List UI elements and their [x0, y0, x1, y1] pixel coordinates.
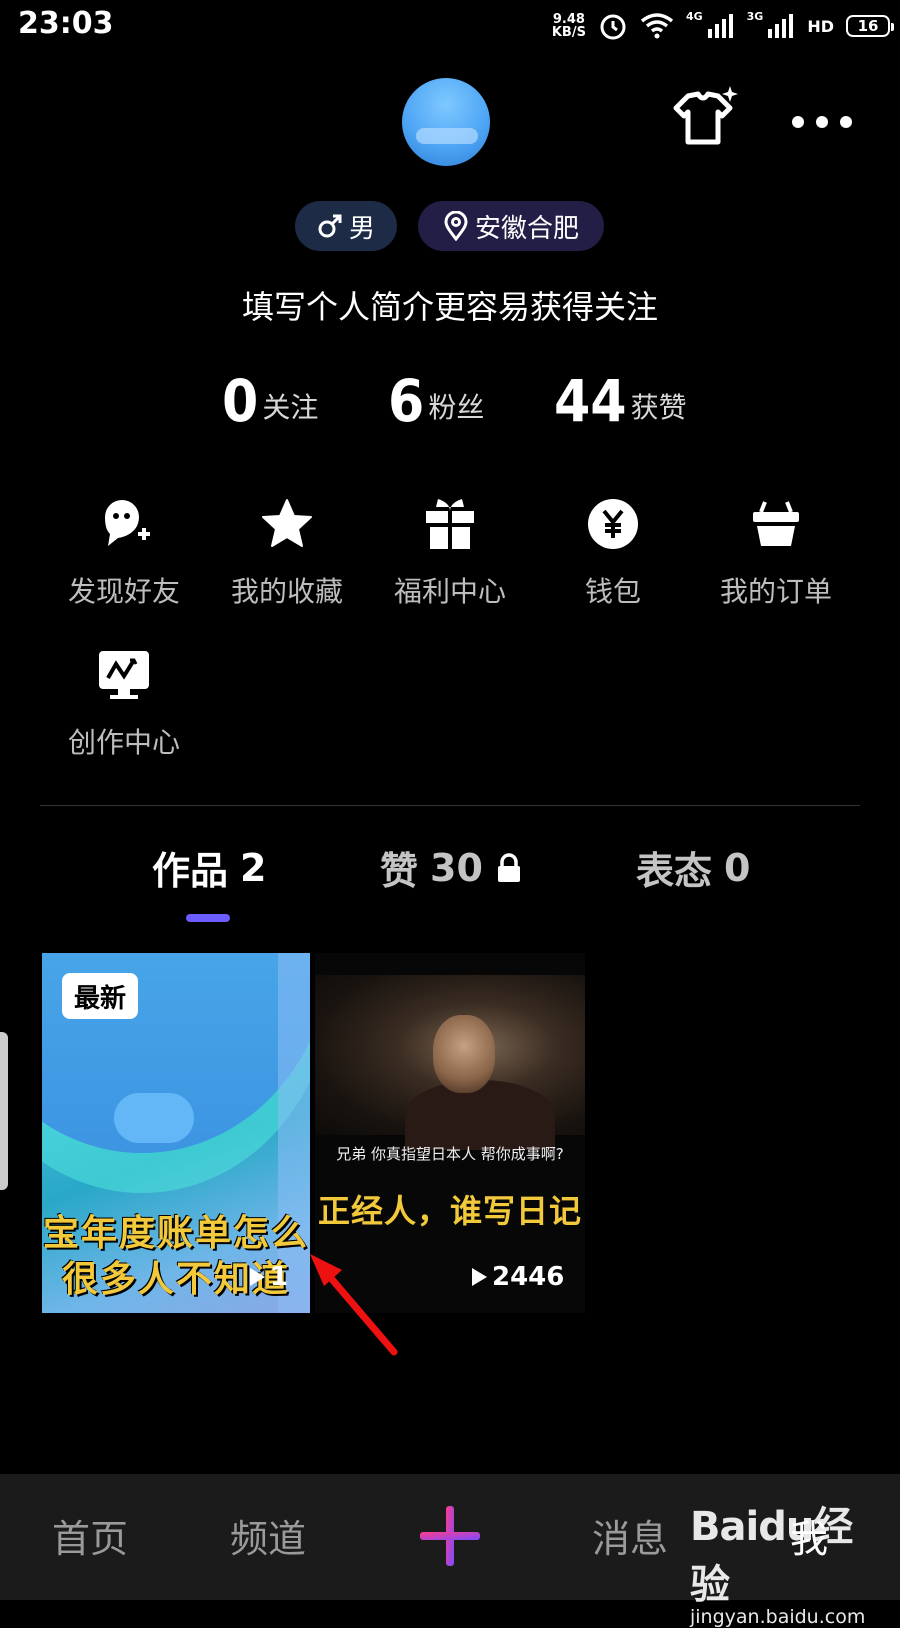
play-count: 1 [248, 1262, 288, 1292]
tab-label: 作品 [152, 849, 229, 893]
cell-signal-icon [768, 14, 794, 38]
gender-label: 男 [348, 213, 375, 244]
menu-label: 发现好友 [67, 575, 180, 608]
watermark-brand: Baidu经验 [690, 1504, 853, 1608]
nav-home[interactable]: 首页 [52, 1508, 128, 1563]
more-options-icon[interactable] [790, 114, 854, 130]
tab-count: 30 [430, 845, 483, 890]
speed-unit: KB/S [551, 25, 586, 40]
play-count: 2446 [470, 1262, 564, 1292]
wifi-icon [640, 13, 674, 39]
baidu-watermark: Baidu经验 jingyan.baidu.com [690, 1494, 890, 1628]
stat-value: 0 [222, 367, 259, 435]
menu-find-friends[interactable]: 发现好友 [44, 494, 204, 610]
basket-icon [753, 501, 799, 546]
thumbnail-scene [315, 975, 585, 1150]
video-caption: 正经人，谁写日记 [317, 1192, 582, 1230]
stat-value: 6 [388, 367, 425, 435]
signal-4g-label: 4G [685, 9, 703, 23]
side-edge-handle[interactable] [0, 1032, 8, 1190]
monitor-icon [99, 651, 149, 699]
tab-active-indicator [186, 914, 230, 922]
location-label: 安徽合肥 [474, 213, 579, 244]
menu-wallet[interactable]: 钱包 [533, 494, 693, 610]
male-icon [318, 214, 342, 238]
menu-my-orders[interactable]: 我的订单 [696, 494, 856, 610]
cell-signal-icon [707, 14, 733, 38]
stat-label: 粉丝 [428, 391, 485, 424]
menu-creator-center[interactable]: 创作中心 [44, 645, 204, 761]
menu-label: 钱包 [584, 575, 641, 608]
hd-voice-icon: HD [807, 16, 834, 36]
star-icon [262, 499, 312, 547]
yuan-icon [588, 499, 638, 549]
alarm-icon [600, 14, 626, 40]
tab-count: 0 [724, 845, 751, 890]
tab-label: 表态 [636, 849, 713, 893]
menu-favorites[interactable]: 我的收藏 [207, 494, 367, 610]
avatar[interactable] [402, 78, 490, 166]
play-count-value: 1 [270, 1262, 289, 1292]
video-subtitle: 兄弟 你真指望日本人 帮你成事啊? [336, 1145, 564, 1163]
tab-liked[interactable]: 赞 30 [380, 840, 523, 895]
status-time: 23:03 [18, 6, 114, 41]
bio-prompt[interactable]: 填写个人简介更容易获得关注 [0, 282, 900, 328]
tab-count: 2 [240, 845, 267, 890]
menu-label: 我的订单 [719, 575, 832, 608]
newest-badge: 最新 [62, 973, 138, 1019]
lock-icon [497, 852, 520, 882]
play-count-value: 2446 [492, 1262, 565, 1292]
nav-messages[interactable]: 消息 [592, 1508, 668, 1563]
tab-works[interactable]: 作品 2 [152, 840, 266, 895]
stat-label: 获赞 [630, 391, 687, 424]
red-arrow-annotation [310, 1254, 398, 1356]
stat-label: 关注 [262, 391, 319, 424]
stat-followers[interactable]: 6 粉丝 [388, 360, 484, 430]
stat-value: 44 [554, 367, 627, 435]
gift-icon [426, 499, 474, 549]
network-speed: 9.48 KB/S [552, 13, 586, 39]
menu-welfare-center[interactable]: 福利中心 [370, 494, 530, 610]
tab-reactions[interactable]: 表态 0 [636, 840, 750, 895]
menu-label: 福利中心 [393, 575, 506, 608]
play-icon [250, 1268, 265, 1286]
outfit-shirt-icon[interactable] [668, 86, 740, 150]
stat-likes[interactable]: 44 获赞 [554, 360, 687, 430]
location-pin-icon [444, 211, 468, 241]
play-icon [472, 1268, 487, 1286]
bottom-navigation: 首页 频道 消息 我 Baidu经验 jingyan.baidu.com [0, 1474, 900, 1628]
add-friend-icon [105, 500, 150, 546]
location-tag: 安徽合肥 [418, 201, 604, 251]
tab-label: 赞 [380, 849, 419, 893]
create-plus-icon[interactable] [418, 1504, 482, 1568]
status-icons: 9.48 KB/S 4G 3G HD 16 [552, 9, 894, 42]
stat-following[interactable]: 0 关注 [222, 360, 318, 430]
watermark-url: jingyan.baidu.com [690, 1606, 866, 1628]
divider [40, 805, 860, 806]
gender-tag: 男 [295, 201, 397, 251]
signal-3g-label: 3G [746, 9, 764, 23]
menu-label: 创作中心 [67, 726, 180, 759]
caption-line: 宝年度账单怎么 [42, 1212, 309, 1254]
battery-icon: 16 [846, 15, 894, 37]
menu-label: 我的收藏 [230, 575, 343, 608]
nav-channel[interactable]: 频道 [230, 1508, 306, 1563]
